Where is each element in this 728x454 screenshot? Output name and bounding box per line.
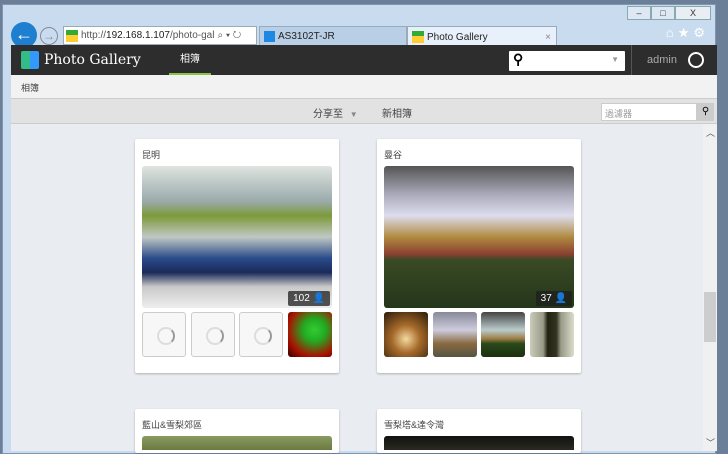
browser-window: – □ X ← → http://192.168.1.107/photo-gal… bbox=[2, 4, 717, 454]
user-avatar-icon[interactable] bbox=[688, 52, 704, 68]
album-card[interactable]: 昆明 102 👤 bbox=[135, 139, 339, 373]
tab-label: Photo Gallery bbox=[427, 31, 488, 43]
favicon-icon bbox=[412, 31, 424, 43]
new-album-button[interactable]: 新相簿 bbox=[382, 105, 412, 120]
favicon-icon bbox=[66, 29, 78, 42]
asustor-icon bbox=[264, 31, 275, 42]
scroll-up-icon[interactable]: ︿ bbox=[706, 126, 715, 139]
album-card[interactable]: 雪梨塔&達令灣 bbox=[377, 409, 581, 453]
maximize-button[interactable]: □ bbox=[651, 6, 675, 20]
photo-count: 37 bbox=[540, 293, 552, 304]
album-toolbar: 分享至 ▼ 新相簿 過濾器 ⚲ bbox=[11, 99, 717, 124]
settings-gear-icon[interactable]: ⚙ bbox=[693, 25, 709, 40]
share-label: 分享至 bbox=[313, 109, 343, 120]
chevron-down-icon: ▼ bbox=[611, 55, 619, 64]
minimize-button[interactable]: – bbox=[627, 6, 651, 20]
scroll-down-icon[interactable]: ﹀ bbox=[706, 436, 715, 449]
album-cover-image[interactable] bbox=[142, 436, 332, 450]
url-path: /photo-gal bbox=[169, 30, 215, 41]
album-card[interactable]: 藍山&雪梨郊區 bbox=[135, 409, 339, 453]
person-icon: 👤 bbox=[554, 293, 567, 304]
home-icon[interactable]: ⌂ bbox=[666, 25, 678, 40]
thumbnail[interactable] bbox=[384, 312, 428, 357]
thumbnail[interactable] bbox=[288, 312, 332, 357]
person-icon: 👤 bbox=[312, 293, 325, 304]
album-cover-image[interactable]: 102 👤 bbox=[142, 166, 332, 308]
app-header: Photo Gallery 相簿 ⚲ ▼ admin bbox=[11, 45, 717, 75]
filter-search-icon[interactable]: ⚲ bbox=[697, 103, 714, 121]
chevron-down-icon: ▼ bbox=[349, 110, 358, 119]
album-title: 昆明 bbox=[142, 150, 161, 160]
album-title: 雪梨塔&達令灣 bbox=[384, 420, 445, 430]
close-tab-icon[interactable]: × bbox=[545, 32, 551, 43]
album-cover-image[interactable]: 37 👤 bbox=[384, 166, 574, 308]
thumbnail-loading[interactable] bbox=[142, 312, 186, 357]
photo-gallery-logo-icon bbox=[21, 51, 39, 69]
divider bbox=[631, 45, 632, 75]
tab-as3102t[interactable]: AS3102T-JR bbox=[259, 26, 407, 47]
share-to-button[interactable]: 分享至 ▼ bbox=[313, 105, 358, 120]
browser-toolbar-icons: ⌂★⚙ bbox=[666, 25, 709, 41]
tab-label: AS3102T-JR bbox=[278, 31, 335, 42]
photo-count-badge: 102 👤 bbox=[288, 291, 330, 306]
album-title: 曼谷 bbox=[384, 150, 403, 160]
nav-albums[interactable]: 相簿 bbox=[169, 45, 211, 75]
vertical-scrollbar[interactable]: ︿ ﹀ bbox=[703, 124, 717, 451]
user-name[interactable]: admin bbox=[647, 54, 677, 66]
favorites-star-icon[interactable]: ★ bbox=[678, 25, 694, 40]
filter-input[interactable]: 過濾器 bbox=[601, 103, 697, 121]
thumbnail-loading[interactable] bbox=[191, 312, 235, 357]
thumbnail[interactable] bbox=[433, 312, 477, 357]
photo-count: 102 bbox=[293, 293, 310, 304]
tab-photo-gallery[interactable]: Photo Gallery × bbox=[407, 26, 557, 47]
album-cover-image[interactable] bbox=[384, 436, 574, 450]
search-dropdown[interactable]: ⚲ ▼ bbox=[509, 51, 625, 71]
thumbnail-loading[interactable] bbox=[239, 312, 283, 357]
url-prefix: http:// bbox=[81, 30, 107, 41]
page-content: Photo Gallery 相簿 ⚲ ▼ admin 相簿 分享至 ▼ 新相簿 … bbox=[11, 45, 717, 453]
thumbnail[interactable] bbox=[481, 312, 525, 357]
album-title: 藍山&雪梨郊區 bbox=[142, 420, 203, 430]
photo-count-badge: 37 👤 bbox=[535, 291, 572, 306]
scrollbar-thumb[interactable] bbox=[704, 292, 716, 342]
forward-button[interactable]: → bbox=[40, 27, 58, 45]
url-host: 192.168.1.107 bbox=[106, 30, 170, 41]
search-icon[interactable]: ⌕ ▾ ↻ bbox=[217, 30, 241, 41]
window-controls: – □ X bbox=[627, 6, 711, 20]
breadcrumb[interactable]: 相簿 bbox=[11, 75, 717, 99]
address-bar[interactable]: http://192.168.1.107/photo-gal ⌕ ▾ ↻ bbox=[63, 26, 257, 45]
thumbnail[interactable] bbox=[530, 312, 574, 357]
album-card[interactable]: 曼谷 37 👤 bbox=[377, 139, 581, 373]
search-icon: ⚲ bbox=[513, 51, 524, 67]
close-window-button[interactable]: X bbox=[675, 6, 711, 20]
filter-placeholder: 過濾器 bbox=[605, 109, 633, 119]
app-title: Photo Gallery bbox=[44, 52, 141, 68]
